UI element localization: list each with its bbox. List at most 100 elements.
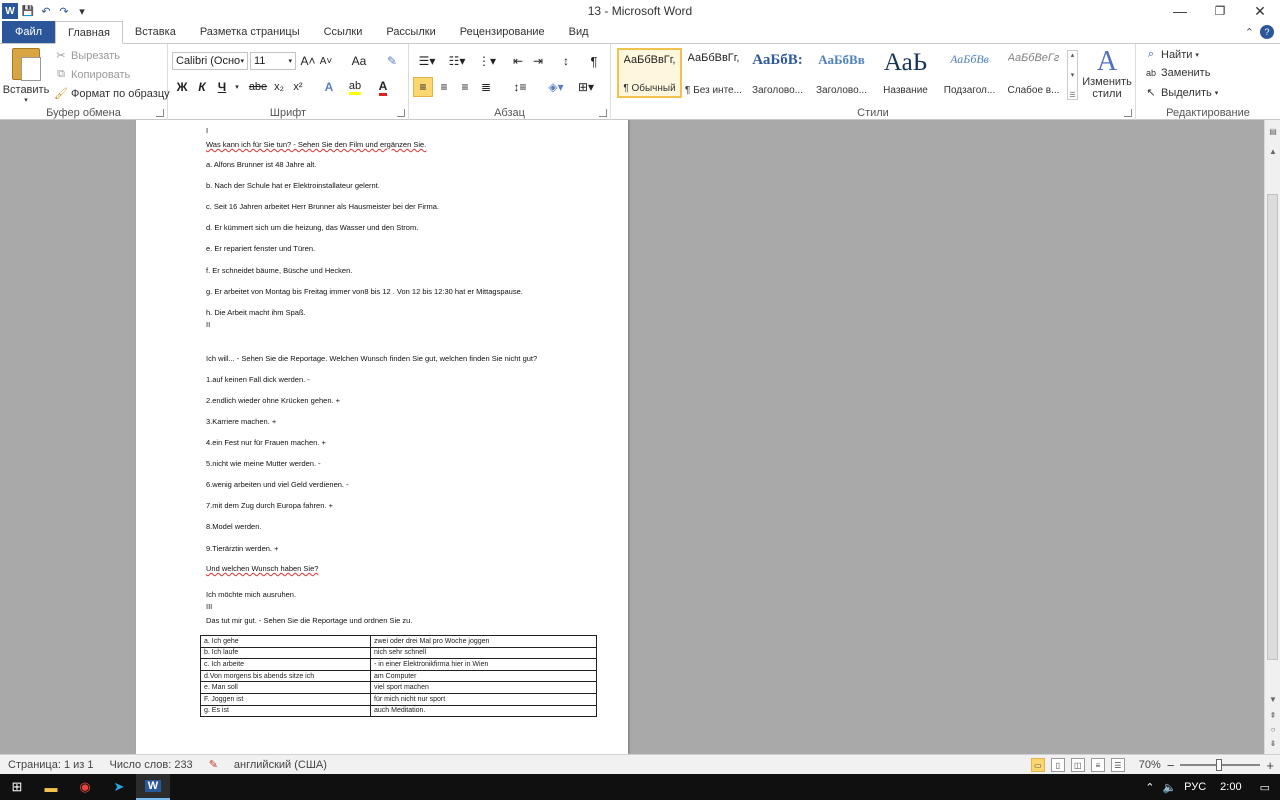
- numbering-icon[interactable]: ☷▾: [444, 51, 470, 71]
- clear-formatting-icon[interactable]: ✎: [383, 51, 401, 71]
- chevron-down-icon[interactable]: ▾: [1071, 71, 1075, 79]
- tab-review[interactable]: Рецензирование: [448, 21, 557, 43]
- print-layout-icon[interactable]: ▭: [1030, 758, 1045, 772]
- tab-view[interactable]: Вид: [557, 21, 601, 43]
- find-button[interactable]: ⌕ Найти ▾: [1144, 48, 1199, 61]
- minimize-ribbon-icon[interactable]: ⌃: [1245, 26, 1254, 39]
- vertical-scrollbar[interactable]: ▤ ▲ ▼ ⇞ ○ ⇟: [1264, 120, 1280, 754]
- zoom-slider[interactable]: [1180, 759, 1261, 771]
- ruler-toggle-icon[interactable]: ▤: [1265, 124, 1280, 138]
- underline-button[interactable]: Ч: [214, 77, 230, 97]
- tab-file[interactable]: Файл: [2, 21, 56, 43]
- clipboard-dialog-launcher[interactable]: [156, 109, 164, 117]
- style-heading-2[interactable]: АаБбВв Заголово...: [809, 48, 874, 98]
- tab-home[interactable]: Главная: [55, 21, 123, 44]
- zoom-slider-knob[interactable]: [1216, 759, 1223, 771]
- italic-button[interactable]: К: [194, 77, 210, 97]
- justify-icon[interactable]: ≣: [476, 77, 496, 97]
- table-cell[interactable]: am Computer: [370, 669, 597, 683]
- align-center-icon[interactable]: ≡: [434, 77, 454, 97]
- table-cell[interactable]: - in einer Elektronikfirma hier in Wien: [370, 658, 597, 671]
- zoom-in-button[interactable]: +: [1266, 758, 1274, 773]
- next-page-icon[interactable]: ⇟: [1265, 736, 1280, 750]
- save-icon[interactable]: 💾: [20, 3, 36, 19]
- table-cell[interactable]: a. Ich gehe: [200, 635, 371, 648]
- customize-qat-icon[interactable]: ▾: [74, 3, 90, 19]
- style-heading-1[interactable]: АаБбВ: Заголово...: [745, 48, 810, 98]
- font-size-combo[interactable]: 11 ▾: [250, 52, 296, 70]
- align-right-icon[interactable]: ≡: [455, 77, 475, 97]
- styles-scroll[interactable]: ▴ ▾ ☰: [1067, 50, 1078, 100]
- grow-font-button[interactable]: A˄: [300, 51, 316, 71]
- copy-button[interactable]: ⧉ Копировать: [54, 68, 130, 81]
- table-cell[interactable]: für mich nicht nur sport: [370, 692, 597, 706]
- table-cell[interactable]: viel sport machen: [370, 681, 597, 694]
- table-cell[interactable]: zwei oder drei Mal pro Woche joggen: [370, 635, 597, 648]
- table-cell[interactable]: d.Von morgens bis abends sitze ich: [200, 669, 371, 683]
- change-styles-button[interactable]: A Изменить стили: [1081, 48, 1133, 101]
- text-effects-icon[interactable]: A: [318, 77, 340, 97]
- minimize-button[interactable]: —: [1160, 0, 1200, 22]
- scroll-up-arrow[interactable]: ▲: [1265, 144, 1280, 158]
- format-painter-button[interactable]: 🖌 Формат по образцу: [54, 87, 170, 101]
- replace-button[interactable]: ab Заменить: [1144, 67, 1210, 79]
- tab-references[interactable]: Ссылки: [312, 21, 375, 43]
- align-left-icon[interactable]: ≡: [413, 77, 433, 97]
- file-explorer-icon[interactable]: ▬: [34, 774, 68, 800]
- font-color-icon[interactable]: A: [372, 77, 394, 97]
- word-count[interactable]: Число слов: 233: [102, 759, 201, 771]
- keyboard-language[interactable]: РУС: [1184, 781, 1206, 793]
- language-indicator[interactable]: английский (США): [226, 759, 335, 771]
- paragraph-dialog-launcher[interactable]: [599, 109, 607, 117]
- proofing-icon[interactable]: ✎: [201, 758, 226, 771]
- table-cell[interactable]: F. Joggen ist: [200, 692, 371, 706]
- page-count[interactable]: Страница: 1 из 1: [0, 759, 102, 771]
- style-no-spacing[interactable]: АаБбВвГг, ¶ Без инте...: [681, 48, 746, 98]
- style-title[interactable]: АаЬ Название: [873, 48, 938, 98]
- scroll-down-arrow[interactable]: ▼: [1265, 692, 1280, 706]
- zoom-level[interactable]: 70%: [1139, 759, 1161, 771]
- select-button[interactable]: ↖ Выделить ▾: [1144, 86, 1218, 100]
- chevron-down-icon[interactable]: ▾: [232, 77, 242, 97]
- multilevel-list-icon[interactable]: ⋮▾: [474, 51, 500, 71]
- redo-icon[interactable]: ↷: [56, 3, 72, 19]
- paste-button[interactable]: Вставить ▾: [3, 46, 49, 104]
- previous-page-icon[interactable]: ⇞: [1265, 708, 1280, 722]
- decrease-indent-icon[interactable]: ⇤: [509, 51, 527, 71]
- style-subtitle[interactable]: АаБбВв Подзагол...: [937, 48, 1002, 98]
- font-dialog-launcher[interactable]: [397, 109, 405, 117]
- tab-insert[interactable]: Вставка: [123, 21, 188, 43]
- full-screen-reading-icon[interactable]: ▯: [1050, 758, 1065, 772]
- notifications-icon[interactable]: ▭: [1260, 781, 1270, 794]
- cut-button[interactable]: ✂ Вырезать: [54, 49, 120, 63]
- style-subtle-emphasis[interactable]: АаБбВеГг Слабое в...: [1001, 48, 1066, 98]
- chrome-icon[interactable]: ◉: [68, 774, 102, 800]
- superscript-button[interactable]: x²: [290, 77, 306, 97]
- word-app-icon[interactable]: W: [2, 3, 18, 19]
- table-cell[interactable]: nich sehr schnell: [370, 646, 597, 660]
- show-formatting-button[interactable]: ¶: [585, 51, 603, 71]
- increase-indent-icon[interactable]: ⇥: [529, 51, 547, 71]
- more-styles-icon[interactable]: ☰: [1069, 91, 1075, 99]
- outline-icon[interactable]: ≡: [1090, 758, 1105, 772]
- change-case-button[interactable]: Aa: [348, 51, 370, 71]
- web-layout-icon[interactable]: ◫: [1070, 758, 1085, 772]
- table-cell[interactable]: g. Es ist: [200, 704, 371, 718]
- shrink-font-button[interactable]: A˅: [318, 51, 334, 71]
- word-taskbar-icon[interactable]: W: [136, 774, 170, 800]
- document-page[interactable]: I Was kann ich für Sie tun? - Sehen Sie …: [136, 120, 628, 754]
- table-cell[interactable]: auch Meditation.: [370, 704, 597, 718]
- restore-button[interactable]: ❐: [1200, 0, 1240, 22]
- styles-dialog-launcher[interactable]: [1124, 109, 1132, 117]
- chevron-up-icon[interactable]: ▴: [1071, 51, 1075, 59]
- style-normal[interactable]: АаБбВвГг, ¶ Обычный: [617, 48, 682, 98]
- highlight-icon[interactable]: ab: [344, 77, 366, 97]
- help-icon[interactable]: ?: [1260, 25, 1274, 39]
- telegram-icon[interactable]: ➤: [102, 774, 136, 800]
- chevron-up-icon[interactable]: ⌃: [1145, 781, 1154, 794]
- browse-object-icon[interactable]: ○: [1265, 722, 1280, 736]
- scroll-thumb[interactable]: [1267, 194, 1278, 660]
- undo-icon[interactable]: ↶: [38, 3, 54, 19]
- bold-button[interactable]: Ж: [174, 77, 190, 97]
- table-cell[interactable]: e. Man soll: [200, 681, 371, 694]
